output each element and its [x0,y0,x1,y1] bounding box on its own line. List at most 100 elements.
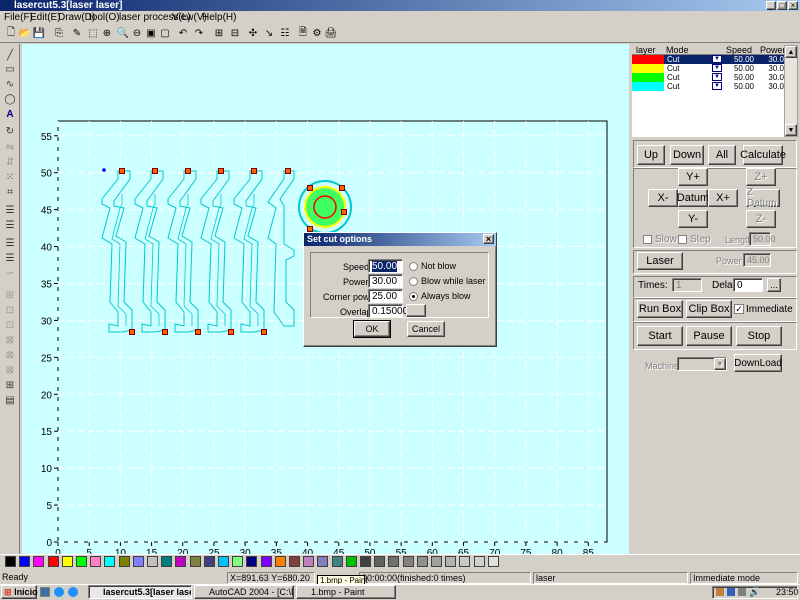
layers-icon[interactable]: ▤ [2,393,18,407]
color-swatch[interactable] [5,556,16,567]
import-icon[interactable]: ⎘ [52,26,66,40]
datum-button[interactable]: Datum [677,189,709,207]
close-button[interactable]: × [788,1,798,10]
menu-tool[interactable]: tool(O) [89,12,120,23]
step-checkbox[interactable] [678,235,687,244]
color-swatch[interactable] [47,556,59,567]
pause-button[interactable]: Pause [686,326,732,346]
down-button[interactable]: Down [670,145,704,165]
mode-dropdown-icon[interactable]: ▼ [712,82,722,90]
text-icon[interactable]: A [2,107,18,121]
start-button[interactable]: ⊞ Inicio [1,585,38,599]
same-size-icon[interactable]: ⊠ [2,363,18,377]
color-swatch[interactable] [473,556,485,567]
array-icon[interactable]: ☷ [278,26,292,40]
color-swatch[interactable] [175,556,187,567]
speaker-icon[interactable]: 🔊 [749,587,760,598]
mirror-h-icon[interactable]: ⇋ [2,140,18,154]
maximize-button[interactable]: □ [777,1,787,10]
quicklaunch-desktop-icon[interactable] [40,587,50,597]
x-plus-button[interactable]: X+ [708,189,738,207]
distribute-icon[interactable]: ⊞ [2,288,18,302]
zoom-icon[interactable]: 🔍 [116,26,130,40]
z-minus-button[interactable]: Z- [746,210,776,228]
slow-checkbox[interactable] [643,235,652,244]
menu-help[interactable]: Help(H) [202,12,236,23]
menu-edit[interactable]: Edit(E) [30,12,61,23]
color-swatch[interactable] [317,556,329,567]
color-swatch[interactable] [416,556,428,567]
center-h-icon[interactable]: ⊡ [2,303,18,317]
undo-icon[interactable]: ↶ [176,26,190,40]
color-swatch[interactable] [61,556,73,567]
same-width-icon[interactable]: ⊠ [2,333,18,347]
settings-icon[interactable]: ⚙ [310,26,324,40]
align-bottom-icon[interactable]: ☰ [2,251,18,265]
calculate-button[interactable]: Calculate [740,145,786,165]
mode-dropdown-icon[interactable]: ▼ [712,73,722,81]
center-v-icon[interactable]: ⊡ [2,318,18,332]
color-swatch[interactable] [161,556,173,567]
zoom-out-icon[interactable]: ⊖ [130,26,144,40]
color-swatch[interactable] [345,556,357,567]
align-right-icon[interactable]: ☰ [2,218,18,232]
speed-field[interactable]: 50.00 [368,259,403,273]
color-swatch[interactable] [388,556,400,567]
task-lasercut[interactable]: lasercut5.3[laser laser] [88,585,192,599]
color-swatch[interactable] [104,556,116,567]
fit-page-icon[interactable]: ▣ [144,26,158,40]
layer-row[interactable]: Cut ▼ 50.00 30.0 [632,55,784,64]
z-datum-button[interactable]: Z Datum [746,187,780,209]
grid-icon[interactable]: ⊞ [2,378,18,392]
color-swatch[interactable] [203,556,215,567]
node-edit-icon[interactable]: ⌗ [2,185,18,199]
path-icon[interactable]: ↘ [262,26,276,40]
dialog-close-icon[interactable]: × [483,234,494,244]
immediate-checkbox[interactable]: ✓ [734,304,744,314]
rotate-icon[interactable]: ↻ [2,124,18,138]
color-swatch[interactable] [19,556,31,567]
zoom-select-icon[interactable]: ⊕ [100,26,114,40]
layer-row[interactable]: Cut ▼ 50.00 30.0 [632,82,784,91]
scroll-up-icon[interactable]: ▲ [785,46,797,58]
quicklaunch-ie-icon[interactable] [54,587,64,597]
color-swatch[interactable] [33,556,45,567]
always-blow-radio[interactable] [409,292,418,301]
mirror-v-icon[interactable]: ⇵ [2,155,18,169]
align-top-icon[interactable]: ☰ [2,236,18,250]
layer-row[interactable]: Cut ▼ 50.00 30.0 [632,64,784,73]
color-swatch[interactable] [487,556,499,567]
corner-power-field[interactable]: 25.00 [368,289,403,303]
color-swatch[interactable] [445,556,457,567]
power-field[interactable]: 30.00 [368,274,403,288]
redo-icon[interactable]: ↷ [192,26,206,40]
scroll-down-icon[interactable]: ▼ [785,124,797,136]
color-swatch[interactable] [374,556,386,567]
start-button[interactable]: Start [637,326,683,346]
machine-icon[interactable]: 🖨 [324,26,338,40]
not-blow-radio[interactable] [409,262,418,271]
clip-box-button[interactable]: Clip Box [686,300,732,318]
laser-button[interactable]: Laser [637,252,683,270]
up-button[interactable]: Up [637,145,665,165]
z-plus-button[interactable]: Z+ [746,168,776,186]
color-swatch[interactable] [132,556,144,567]
page-icon[interactable]: ▢ [158,26,172,40]
overlap-spin-button[interactable] [406,304,426,317]
color-swatch[interactable] [289,556,300,567]
delay-field[interactable]: 0 [733,278,763,292]
mode-dropdown-icon[interactable]: ▼ [712,64,722,72]
run-box-button[interactable]: Run Box [637,300,683,318]
color-swatch[interactable] [90,556,102,567]
line-icon[interactable]: ╱ [2,48,18,62]
color-swatch[interactable] [189,556,201,567]
download-button[interactable]: DownLoad [734,354,782,372]
task-autocad[interactable]: AutoCAD 2004 - [C:\Doc... [194,585,294,599]
x-minus-button[interactable]: X- [648,189,678,207]
color-swatch[interactable] [274,556,286,567]
pen-icon[interactable]: ✎ [70,26,84,40]
select-icon[interactable]: ⬚ [86,26,100,40]
ungroup-icon[interactable]: ⊟ [228,26,242,40]
y-minus-button[interactable]: Y- [678,210,708,228]
layer-scrollbar[interactable]: ▲ ▼ [784,45,798,137]
